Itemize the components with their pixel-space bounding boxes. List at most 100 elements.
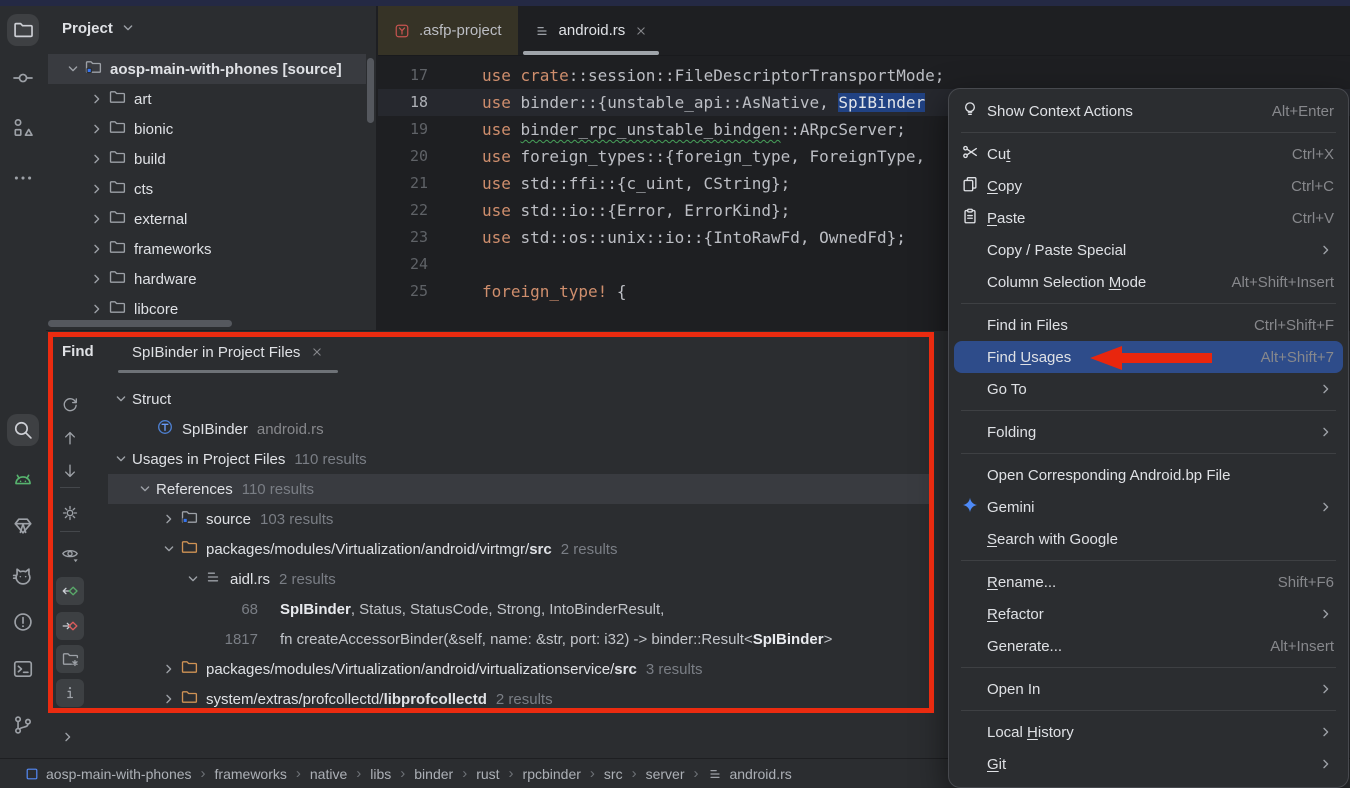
activity-bar-gem-tool[interactable] xyxy=(7,510,39,542)
menu-item-open-corresponding-android-bp-file[interactable]: Open Corresponding Android.bp File xyxy=(949,459,1348,491)
breadcrumb-item-android-rs[interactable]: android.rs xyxy=(707,766,791,782)
search-icon xyxy=(12,419,34,441)
menu-item-column-selection-mode[interactable]: Column Selection ModeAlt+Shift+Insert xyxy=(949,266,1348,298)
tree-item-label: art xyxy=(134,91,152,108)
activity-bar-find[interactable] xyxy=(7,414,39,446)
chevron-right-icon[interactable] xyxy=(86,211,108,227)
toolbar-separator xyxy=(60,487,80,488)
scrollbar-thumb-horizontal[interactable] xyxy=(48,320,232,327)
find-toolbar-refresh-search[interactable] xyxy=(56,390,84,418)
menu-item-local-history[interactable]: Local History xyxy=(949,716,1348,748)
activity-bar-terminal[interactable] xyxy=(7,653,39,685)
copy-icon xyxy=(961,175,987,197)
find-toolbar-next-occurrence[interactable] xyxy=(56,457,84,485)
menu-item-cut[interactable]: CutCtrl+X xyxy=(949,138,1348,170)
menu-item-folding[interactable]: Folding xyxy=(949,416,1348,448)
find-toolbar-write-access-filter[interactable] xyxy=(56,612,84,640)
menu-item-search-with-google[interactable]: Search with Google xyxy=(949,523,1348,555)
close-icon[interactable] xyxy=(634,24,648,38)
menu-item-paste[interactable]: PasteCtrl+V xyxy=(949,202,1348,234)
menu-item-open-in[interactable]: Open In xyxy=(949,673,1348,705)
find-toolbar-open-in-new-tab[interactable] xyxy=(56,645,84,673)
activity-bar-version-control[interactable] xyxy=(7,709,39,741)
chevron-right-icon[interactable] xyxy=(86,91,108,107)
breadcrumb-item-rust[interactable]: rust xyxy=(476,766,499,782)
project-tree-item-external[interactable]: external xyxy=(46,204,366,234)
activity-bar-problems[interactable] xyxy=(7,606,39,638)
project-tree-item-art[interactable]: art xyxy=(46,84,366,114)
project-tree-item-cts[interactable]: cts xyxy=(46,174,366,204)
menu-item-go-to[interactable]: Go To xyxy=(949,373,1348,405)
breadcrumb-item-libs[interactable]: libs xyxy=(370,766,391,782)
breadcrumb-item-binder[interactable]: binder xyxy=(414,766,453,782)
menu-item-generate[interactable]: Generate...Alt+Insert xyxy=(949,630,1348,662)
menu-item-show-context-actions[interactable]: Show Context ActionsAlt+Enter xyxy=(949,95,1348,127)
menu-item-copy[interactable]: CopyCtrl+C xyxy=(949,170,1348,202)
line-number: 18 xyxy=(378,89,474,116)
activity-bar-cat-tool[interactable] xyxy=(7,560,39,592)
menu-item-rename[interactable]: Rename...Shift+F6 xyxy=(949,566,1348,598)
chevron-down-icon[interactable] xyxy=(110,451,132,467)
menu-item-git[interactable]: Git xyxy=(949,748,1348,780)
chevron-right-icon[interactable] xyxy=(86,301,108,317)
chevron-down-icon[interactable] xyxy=(182,571,204,587)
terminal-icon xyxy=(12,658,34,680)
tree-item-label: cts xyxy=(134,181,153,198)
chevron-down-icon[interactable] xyxy=(110,391,132,407)
menu-item-gemini[interactable]: Gemini xyxy=(949,491,1348,523)
folder-icon xyxy=(108,208,126,226)
find-toolbar-settings[interactable] xyxy=(56,499,84,527)
breadcrumb-item-server[interactable]: server xyxy=(646,766,685,782)
breadcrumb-item-frameworks[interactable]: frameworks xyxy=(215,766,287,782)
chevron-right-icon[interactable] xyxy=(86,271,108,287)
activity-bar-commit[interactable] xyxy=(7,62,39,94)
close-icon[interactable] xyxy=(310,345,324,359)
chevron-down-icon[interactable] xyxy=(134,481,156,497)
activity-bar-more-tool-windows[interactable] xyxy=(7,162,39,194)
chevron-right-icon[interactable] xyxy=(158,511,180,527)
menu-item-copy-paste-special[interactable]: Copy / Paste Special xyxy=(949,234,1348,266)
menu-item-label: Search with Google xyxy=(987,531,1118,548)
find-toolbar-previous-occurrence[interactable] xyxy=(56,424,84,452)
project-tree-item-frameworks[interactable]: frameworks xyxy=(46,234,366,264)
chevron-down-icon[interactable] xyxy=(62,61,84,77)
collapsed-row-chevron-icon[interactable] xyxy=(60,729,76,745)
breadcrumb-item-rpcbinder[interactable]: rpcbinder xyxy=(523,766,581,782)
file-lines-icon xyxy=(534,23,550,39)
find-results-tab[interactable]: SpIBinder in Project Files xyxy=(118,331,338,373)
menu-item-find-usages[interactable]: Find UsagesAlt+Shift+7 xyxy=(954,341,1343,373)
project-tree-item-bionic[interactable]: bionic xyxy=(46,114,366,144)
menu-item-refactor[interactable]: Refactor xyxy=(949,598,1348,630)
project-tree-item-aosp-main-with-phones-source[interactable]: aosp-main-with-phones [source] xyxy=(46,54,366,84)
file-location: android.rs xyxy=(257,421,324,438)
find-row-label: Usages in Project Files xyxy=(132,451,285,468)
breadcrumb-item-aosp-main-with-phones[interactable]: aosp-main-with-phones xyxy=(24,766,192,782)
breadcrumb-label: libs xyxy=(370,766,391,782)
chevron-right-icon[interactable] xyxy=(158,691,180,707)
scrollbar-thumb-vertical[interactable] xyxy=(367,58,374,123)
activity-bar-structure[interactable] xyxy=(7,112,39,144)
find-toolbar-preview-usages[interactable] xyxy=(56,540,84,568)
menu-shortcut: Alt+Insert xyxy=(1270,638,1334,655)
tab-asfp-project[interactable]: .asfp-project xyxy=(378,6,518,55)
chevron-right-icon[interactable] xyxy=(86,121,108,137)
chevron-right-icon[interactable] xyxy=(86,181,108,197)
chevron-right-icon[interactable] xyxy=(86,241,108,257)
activity-bar-project-view[interactable] xyxy=(7,14,39,46)
menu-item-label: Copy / Paste Special xyxy=(987,242,1126,259)
breadcrumb-item-src[interactable]: src xyxy=(604,766,623,782)
find-toolbar-show-options[interactable] xyxy=(56,679,84,707)
menu-item-find-in-files[interactable]: Find in FilesCtrl+Shift+F xyxy=(949,309,1348,341)
project-tree-item-hardware[interactable]: hardware xyxy=(46,264,366,294)
chevron-right-icon[interactable] xyxy=(86,151,108,167)
project-tree-item-build[interactable]: build xyxy=(46,144,366,174)
chevron-right-icon[interactable] xyxy=(158,661,180,677)
tab-android-rs[interactable]: android.rs xyxy=(518,6,665,55)
project-panel-header[interactable]: Project xyxy=(46,6,376,50)
breadcrumb-separator: › xyxy=(632,765,637,782)
activity-bar-logcat[interactable] xyxy=(7,464,39,496)
chevron-down-icon[interactable] xyxy=(158,541,180,557)
breadcrumb-item-native[interactable]: native xyxy=(310,766,347,782)
breadcrumb-separator: › xyxy=(201,765,206,782)
find-toolbar-read-access-filter[interactable] xyxy=(56,577,84,605)
